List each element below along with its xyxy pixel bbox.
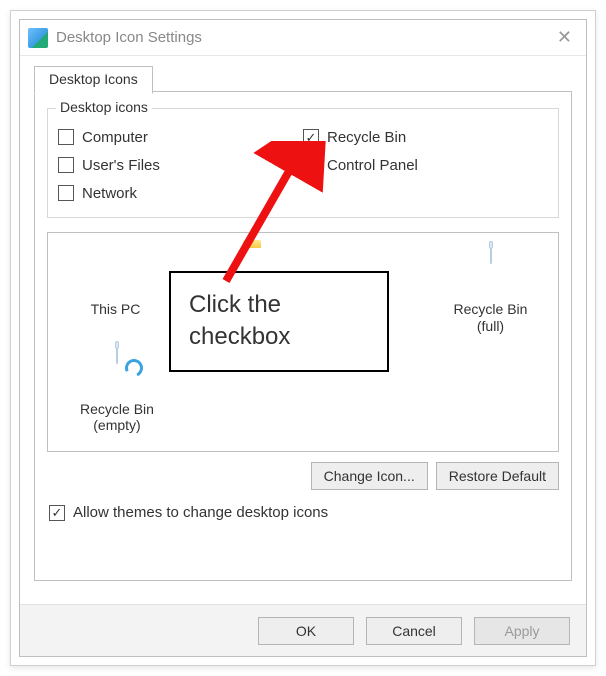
tabstrip: Desktop Icons — [34, 66, 572, 92]
icon-button-row: Change Icon... Restore Default — [47, 462, 559, 490]
window-title: Desktop Icon Settings — [56, 29, 551, 46]
checkbox-row-computer[interactable]: Computer — [58, 123, 303, 151]
titlebar: Desktop Icon Settings ✕ — [20, 20, 586, 56]
checkbox-label: Computer — [82, 129, 148, 146]
checkbox-label: Network — [82, 185, 137, 202]
close-icon[interactable]: ✕ — [551, 27, 578, 48]
checkbox-users-files[interactable] — [58, 157, 74, 173]
icon-this-pc[interactable]: This PC — [58, 247, 173, 335]
change-icon-button[interactable]: Change Icon... — [311, 462, 428, 490]
icon-label-line2: (full) — [477, 318, 504, 334]
checkbox-label: Allow themes to change desktop icons — [73, 504, 328, 521]
dialog-button-bar: OK Cancel Apply — [20, 604, 586, 656]
desktop-icons-group: Desktop icons Computer User's Files — [47, 108, 559, 218]
annotation-text: Click the checkbox — [189, 291, 290, 350]
checkbox-label: User's Files — [82, 157, 160, 174]
ok-button[interactable]: OK — [258, 617, 354, 645]
icon-label: This PC — [91, 301, 141, 317]
checkbox-row-users-files[interactable]: User's Files — [58, 151, 303, 179]
icon-recycle-bin-full[interactable]: Recycle Bin (full) — [433, 247, 548, 335]
app-icon — [28, 28, 48, 48]
icon-label-line1: Recycle Bin — [454, 301, 528, 317]
group-title: Desktop icons — [56, 99, 152, 115]
restore-default-button[interactable]: Restore Default — [436, 462, 559, 490]
icon-label-line2: (empty) — [93, 417, 140, 433]
checkbox-row-allow-themes[interactable]: Allow themes to change desktop icons — [49, 504, 557, 521]
icon-recycle-bin-empty[interactable]: Recycle Bin (empty) — [58, 347, 176, 435]
tab-desktop-icons[interactable]: Desktop Icons — [34, 66, 153, 94]
checkbox-network[interactable] — [58, 185, 74, 201]
checkbox-computer[interactable] — [58, 129, 74, 145]
screenshot-frame: Desktop Icon Settings ✕ Desktop Icons De… — [10, 10, 596, 666]
checkbox-row-network[interactable]: Network — [58, 179, 303, 207]
checkbox-control-panel[interactable] — [303, 157, 319, 173]
checkbox-row-recycle-bin[interactable]: Recycle Bin — [303, 123, 548, 151]
icon-label-line1: Recycle Bin — [80, 401, 154, 417]
apply-button[interactable]: Apply — [474, 617, 570, 645]
monitor-icon — [88, 247, 144, 295]
checkbox-row-control-panel[interactable]: Control Panel — [303, 151, 548, 179]
checkbox-recycle-bin[interactable] — [303, 129, 319, 145]
cancel-button[interactable]: Cancel — [366, 617, 462, 645]
recycle-bin-empty-icon — [89, 347, 145, 395]
annotation-callout: Click the checkbox — [169, 271, 389, 372]
checkbox-label: Control Panel — [327, 157, 418, 174]
checkbox-label: Recycle Bin — [327, 129, 406, 146]
recycle-bin-full-icon — [463, 247, 519, 295]
checkbox-allow-themes[interactable] — [49, 505, 65, 521]
